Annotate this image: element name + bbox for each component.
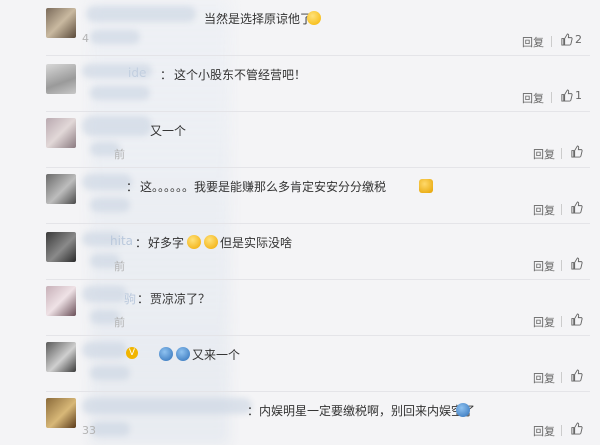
avatar[interactable] — [46, 8, 76, 38]
comment-text: 好多字 — [148, 236, 185, 250]
comment-text: 贾凉凉了？ — [150, 292, 211, 306]
smirk-emoji-icon — [307, 11, 321, 25]
comment-row: V 又来一个 回复 — [0, 336, 600, 392]
like-button[interactable] — [570, 369, 583, 382]
crown-emoji-icon — [419, 179, 433, 193]
reply-button[interactable]: 回复 — [533, 146, 555, 162]
thumb-up-icon — [561, 89, 573, 102]
avatar[interactable] — [46, 286, 76, 316]
avatar[interactable] — [46, 64, 76, 94]
comment-text-continued: 但是实际没啥 — [220, 236, 293, 250]
thumb-up-icon — [571, 369, 583, 382]
thumb-up-icon — [571, 145, 583, 158]
cry-emoji-icon — [176, 347, 190, 361]
comment-text: 当然是选择原谅他了 — [204, 12, 313, 26]
name-separator: ： — [135, 236, 148, 250]
avatar[interactable] — [46, 232, 76, 262]
like-button[interactable] — [570, 201, 583, 214]
comment-text: 这个小股东不管经营吧！ — [174, 68, 307, 82]
reply-button[interactable]: 回复 — [522, 34, 544, 50]
avatar[interactable] — [46, 118, 76, 148]
comment-time: 前 — [114, 148, 125, 161]
cry-emoji-icon — [159, 347, 173, 361]
avatar[interactable] — [46, 174, 76, 204]
comment-text: 又来一个 — [192, 348, 241, 362]
like-button[interactable] — [570, 145, 583, 158]
comment-time: 前 — [114, 316, 125, 329]
avatar[interactable] — [46, 342, 76, 372]
thumb-up-icon — [571, 257, 583, 270]
comment-row: ide ： 这个小股东不管经营吧！ 回复 1 — [0, 56, 600, 112]
name-separator: ： — [137, 292, 150, 306]
like-button[interactable] — [570, 313, 583, 326]
action-divider — [561, 316, 562, 327]
laugh-emoji-icon — [187, 235, 201, 249]
reply-button[interactable]: 回复 — [533, 258, 555, 274]
comment-text: 这。。。。。。我要是能赚那么多肯定安安分分缴税 — [140, 180, 387, 194]
action-divider — [551, 92, 552, 103]
like-count: 2 — [575, 33, 582, 46]
name-separator: ： — [247, 404, 260, 418]
like-button[interactable] — [570, 257, 583, 270]
comment-row: 又一个 前 回复 — [0, 112, 600, 168]
name-separator: ： — [160, 68, 173, 82]
action-divider — [561, 260, 562, 271]
laugh-emoji-icon — [204, 235, 218, 249]
thumb-up-icon — [571, 422, 583, 435]
name-separator: ： — [126, 180, 139, 194]
thumb-up-icon — [561, 33, 573, 46]
comment-row: 驹 ： 贾凉凉了？ 前 回复 — [0, 280, 600, 336]
comment-text: 又一个 — [150, 124, 187, 138]
comment-row: ： 内娱明星一定要缴税啊，别回来内娱空了 33 回复 — [0, 392, 600, 445]
comment-list: 当然是选择原谅他了 4 回复 2 ide ： 这个小股东不管经营吧！ 回复 1 — [0, 0, 600, 445]
username[interactable]: hita — [110, 234, 133, 248]
thumb-up-icon — [571, 313, 583, 326]
reply-button[interactable]: 回复 — [533, 202, 555, 218]
reply-button[interactable]: 回复 — [533, 314, 555, 330]
action-divider — [561, 204, 562, 215]
cry-emoji-icon — [456, 403, 470, 417]
comment-row: 当然是选择原谅他了 4 回复 2 — [0, 0, 600, 56]
comment-text: 内娱明星一定要缴税啊，别回来内娱空了 — [259, 404, 476, 418]
action-divider — [551, 36, 552, 47]
reply-button[interactable]: 回复 — [522, 90, 544, 106]
action-divider — [561, 148, 562, 159]
comment-time: 33 — [82, 424, 96, 437]
comment-row: hita ： 好多字 但是实际没啥 前 回复 — [0, 224, 600, 280]
like-button[interactable]: 2 — [560, 33, 582, 46]
like-count: 1 — [575, 89, 582, 102]
action-divider — [561, 372, 562, 383]
like-button[interactable] — [570, 422, 583, 435]
avatar[interactable] — [46, 398, 76, 428]
comment-row: ： 这。。。。。。我要是能赚那么多肯定安安分分缴税 回复 — [0, 168, 600, 224]
reply-button[interactable]: 回复 — [533, 423, 555, 439]
verified-badge-icon: V — [126, 347, 138, 359]
reply-button[interactable]: 回复 — [533, 370, 555, 386]
comment-time: 4 — [82, 32, 89, 45]
comment-time: 前 — [114, 260, 125, 273]
username[interactable]: 驹 — [124, 290, 136, 307]
action-divider — [561, 425, 562, 436]
thumb-up-icon — [571, 201, 583, 214]
like-button[interactable]: 1 — [560, 89, 582, 102]
username[interactable]: ide — [128, 66, 146, 80]
